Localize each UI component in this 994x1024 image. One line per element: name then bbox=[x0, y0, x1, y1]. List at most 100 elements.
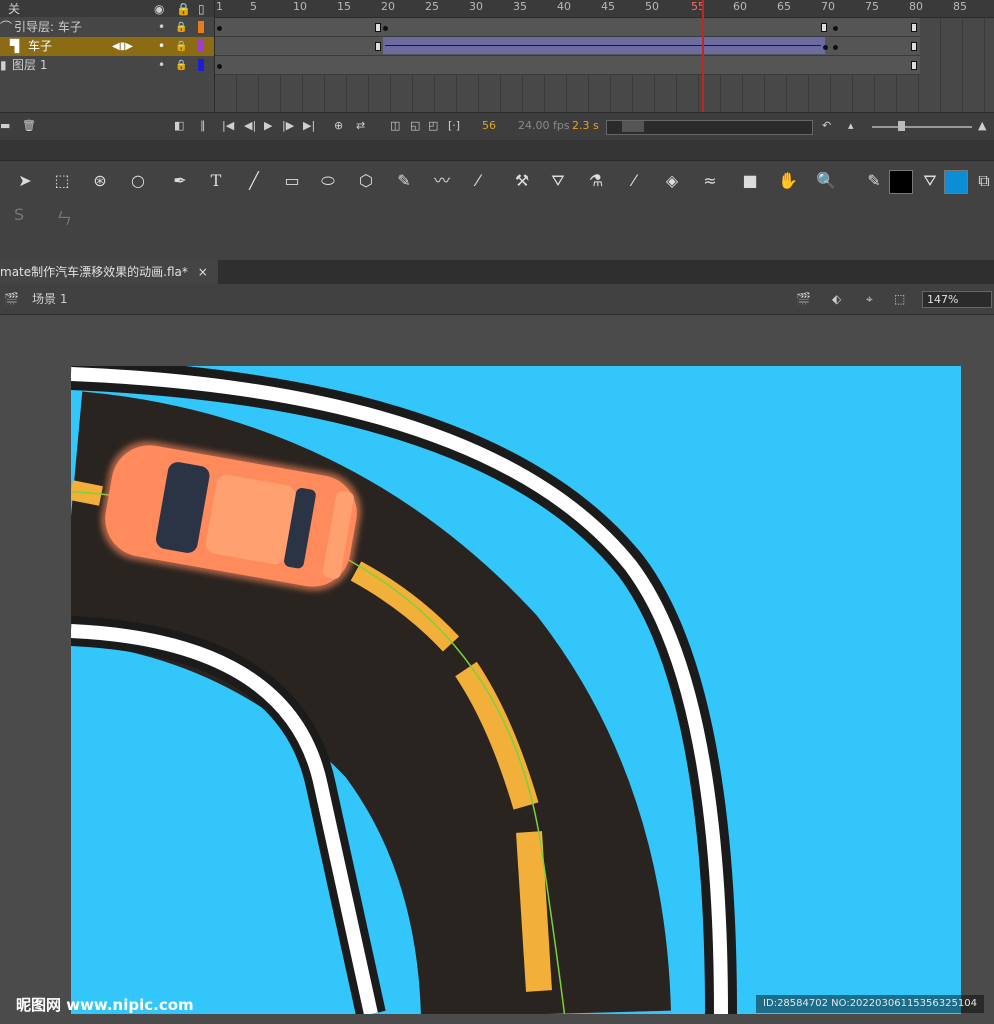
outline-icon[interactable]: ▯ bbox=[198, 0, 205, 19]
camera-icon[interactable]: ■ bbox=[738, 169, 762, 193]
edit-scene-icon[interactable]: 🎬 bbox=[796, 284, 811, 314]
playhead[interactable] bbox=[702, 0, 704, 112]
end-frame-marker[interactable] bbox=[375, 42, 381, 51]
play-icon[interactable]: ▶ bbox=[264, 119, 272, 132]
paint-brush-icon[interactable]: 〰 bbox=[430, 169, 454, 193]
frame-grid[interactable] bbox=[215, 18, 994, 112]
close-tab-icon[interactable]: × bbox=[198, 265, 208, 279]
next-frame-icon[interactable]: |▶ bbox=[282, 119, 294, 132]
bone-tool-icon[interactable]: ⚒ bbox=[510, 169, 534, 193]
zoom-in-icon[interactable]: ▲ bbox=[978, 119, 986, 132]
pencil-tool-icon[interactable]: ✎ bbox=[392, 169, 416, 193]
panel-divider bbox=[0, 140, 994, 160]
fill-color-icon[interactable]: ⛛ bbox=[918, 169, 942, 193]
lock-icon[interactable]: 🔒 bbox=[175, 37, 187, 56]
scrollbar-thumb[interactable] bbox=[622, 121, 644, 132]
undo-icon[interactable]: ↶ bbox=[822, 119, 831, 132]
keyframe-dot[interactable] bbox=[833, 26, 838, 31]
visible-dot-icon[interactable]: • bbox=[158, 18, 165, 37]
keyframe-dot[interactable] bbox=[217, 64, 222, 69]
oval-tool-icon[interactable]: ⬭ bbox=[316, 169, 340, 193]
lock-icon[interactable]: 🔒 bbox=[176, 0, 191, 19]
onion-markers-icon[interactable]: [·] bbox=[448, 119, 460, 132]
stroke-color-swatch[interactable] bbox=[889, 170, 913, 194]
stroke-color-icon[interactable]: ✎ bbox=[862, 169, 886, 193]
fill-color-swatch[interactable] bbox=[944, 170, 968, 194]
end-frame-marker[interactable] bbox=[911, 23, 917, 32]
ruler-tick: 80 bbox=[909, 0, 923, 13]
smooth-option[interactable]: S bbox=[14, 205, 24, 224]
keyframe-dot[interactable] bbox=[833, 45, 838, 50]
zoom-tool-icon[interactable]: 🔍 bbox=[814, 169, 838, 193]
onion-outline-icon[interactable]: ◱ bbox=[410, 119, 420, 132]
center-frame-icon[interactable]: ⊕ bbox=[334, 119, 343, 132]
current-frame[interactable]: 56 bbox=[482, 119, 496, 132]
end-frame-marker[interactable] bbox=[911, 42, 917, 51]
paint-bucket-icon[interactable]: ⛛ bbox=[546, 169, 570, 193]
polystar-tool-icon[interactable]: ⬡ bbox=[354, 169, 378, 193]
camera-toggle-icon[interactable]: ◧ bbox=[174, 119, 184, 132]
eraser-icon[interactable]: ◈ bbox=[660, 169, 684, 193]
layer-color-swatch[interactable] bbox=[198, 40, 204, 52]
layer-row-base[interactable]: ▮ 图层 1 • 🔒 bbox=[0, 56, 214, 75]
selection-tool-icon[interactable]: ➤ bbox=[13, 169, 37, 193]
end-frame-marker[interactable] bbox=[821, 23, 827, 32]
rectangle-tool-icon[interactable]: ▭ bbox=[280, 169, 304, 193]
frame-row-base[interactable] bbox=[215, 56, 920, 75]
layer-controls-icon[interactable]: ◀▮▶ bbox=[112, 37, 133, 56]
brush-tool-icon[interactable]: ⁄ bbox=[466, 169, 490, 193]
edit-multiple-icon[interactable]: ◰ bbox=[428, 119, 438, 132]
zoom-field[interactable]: 147% bbox=[922, 291, 992, 308]
fps-value[interactable]: 24.00 fps bbox=[518, 119, 570, 132]
layer-row-guide[interactable]: ⌒ 引导层: 车子 • 🔒 bbox=[0, 18, 214, 37]
onion-skin-icon[interactable]: ◫ bbox=[390, 119, 400, 132]
keyframe-dot[interactable] bbox=[383, 26, 388, 31]
text-tool-icon[interactable]: T bbox=[204, 169, 228, 193]
first-frame-icon[interactable]: |◀ bbox=[222, 119, 234, 132]
clip-content-icon[interactable]: ⬚ bbox=[894, 284, 905, 314]
lock-icon[interactable]: 🔒 bbox=[175, 56, 187, 75]
pen-tool-icon[interactable]: ✒ bbox=[168, 169, 192, 193]
loop-icon[interactable]: ⇄ bbox=[356, 119, 365, 132]
ink-bottle-icon[interactable]: ⚗ bbox=[584, 169, 608, 193]
layer-color-swatch[interactable] bbox=[198, 21, 204, 33]
3d-rotation-icon[interactable]: ⊛ bbox=[88, 169, 112, 193]
line-tool-icon[interactable]: ╱ bbox=[242, 169, 266, 193]
prev-frame-icon[interactable]: ◀| bbox=[244, 119, 256, 132]
scene-label[interactable]: 场景 1 bbox=[32, 284, 67, 314]
ruler-tick: 50 bbox=[645, 0, 659, 13]
width-tool-icon[interactable]: ≈ bbox=[698, 169, 722, 193]
free-transform-icon[interactable]: ⬚ bbox=[50, 169, 74, 193]
eye-icon[interactable]: ◉ bbox=[154, 0, 164, 19]
frame-ruler[interactable]: 1 5 10 15 20 25 30 35 40 45 50 55 60 65 … bbox=[215, 0, 994, 18]
zoom-slider-thumb[interactable] bbox=[898, 121, 905, 131]
clapper-icon[interactable]: 🎬 bbox=[4, 284, 19, 314]
straighten-option[interactable]: ㄣ bbox=[56, 205, 72, 229]
pause-icon[interactable]: ∥ bbox=[200, 119, 206, 132]
last-frame-icon[interactable]: ▶| bbox=[303, 119, 315, 132]
guide-layer-icon: ⌒ bbox=[0, 20, 13, 34]
new-folder-icon[interactable]: ▬ bbox=[0, 119, 10, 132]
layer-row-car[interactable]: ▜ 车子 ◀▮▶ • 🔒 bbox=[0, 37, 214, 56]
hand-tool-icon[interactable]: ✋ bbox=[776, 169, 800, 193]
eyedropper-icon[interactable]: ⁄ bbox=[622, 169, 646, 193]
end-frame-marker[interactable] bbox=[375, 23, 381, 32]
swap-colors-icon[interactable]: ⧉ bbox=[972, 169, 994, 193]
layer-color-swatch[interactable] bbox=[198, 59, 204, 71]
visible-dot-icon[interactable]: • bbox=[158, 37, 165, 56]
document-tab[interactable]: mate制作汽车漂移效果的动画.fla* × bbox=[0, 260, 218, 284]
edit-symbol-icon[interactable]: ⬖ bbox=[832, 284, 841, 314]
lock-icon[interactable]: 🔒 bbox=[175, 18, 187, 37]
lasso-icon[interactable]: ○ bbox=[126, 169, 150, 193]
zoom-slider[interactable] bbox=[872, 126, 972, 128]
zoom-out-icon[interactable]: ▴ bbox=[848, 119, 854, 132]
keyframe-dot[interactable] bbox=[217, 26, 222, 31]
end-frame-marker[interactable] bbox=[911, 61, 917, 70]
keyframe-dot[interactable] bbox=[823, 45, 828, 50]
stage-canvas[interactable] bbox=[71, 366, 961, 1014]
time-value[interactable]: 2.3 s bbox=[572, 119, 599, 132]
visible-dot-icon[interactable]: • bbox=[158, 56, 165, 75]
center-stage-icon[interactable]: ⌖ bbox=[866, 284, 873, 314]
trash-icon[interactable]: 🗑 bbox=[22, 119, 36, 132]
frame-row-guide[interactable] bbox=[215, 18, 920, 37]
